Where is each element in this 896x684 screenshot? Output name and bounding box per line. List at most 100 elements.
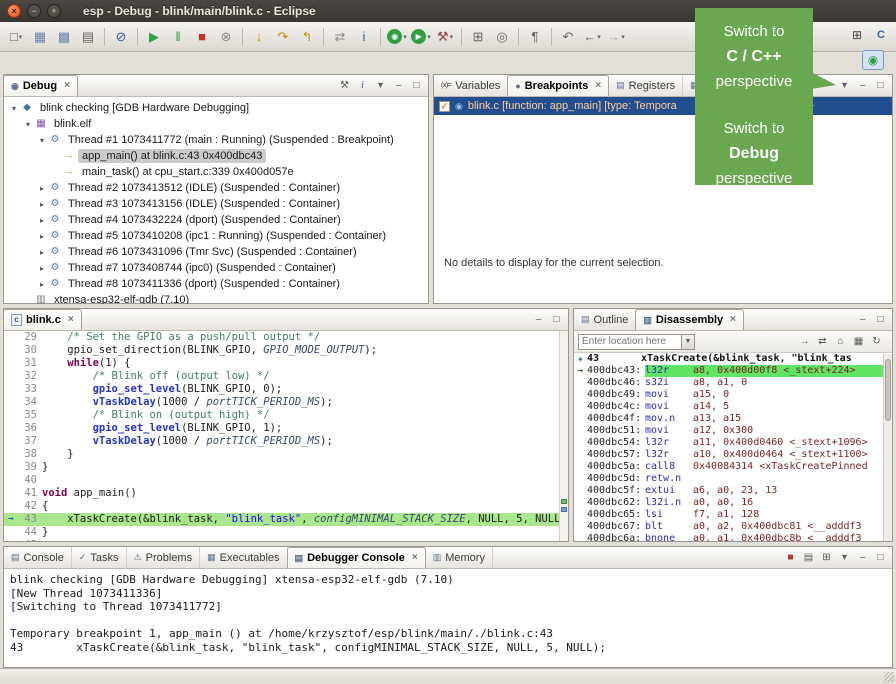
debug-tree-item[interactable]: ▸⚙Thread #5 1073410208 (ipc1 : Running) … — [6, 228, 428, 244]
last-edit-location-button[interactable]: ↶ — [557, 26, 579, 48]
view-menu-icon[interactable]: ▾ — [372, 77, 389, 94]
editor-line[interactable]: 44} — [4, 526, 568, 539]
minimize-icon[interactable]: – — [530, 311, 547, 328]
debug-tree-item[interactable]: ▸⚙Thread #6 1073431096 (Tmr Svc) (Suspen… — [6, 244, 428, 260]
run-button[interactable]: ▶▾ — [410, 26, 432, 48]
dropdown-arrow-icon[interactable]: ▾ — [621, 33, 625, 41]
open-perspective-button[interactable]: ⊞ — [846, 25, 868, 45]
editor-line[interactable]: 45 — [4, 539, 568, 542]
resume-button[interactable]: ▶ — [143, 26, 165, 48]
minimize-icon[interactable]: – — [854, 77, 871, 94]
disassembly-row[interactable]: 400dbc62:l32i.na0, a0, 16 — [574, 497, 883, 509]
home-icon[interactable]: ⌂ — [832, 333, 849, 350]
minimize-icon[interactable]: – — [854, 311, 871, 328]
expander-icon[interactable]: ▾ — [22, 120, 34, 129]
debug-perspective-button[interactable]: ◉ — [862, 50, 884, 70]
debug-button[interactable]: ◉▾ — [386, 26, 408, 48]
disassembly-row[interactable]: 400dbc6a:bnonea0, a1, 0x400dbc8b <__addd… — [574, 533, 883, 541]
debugger-console-output[interactable]: blink checking [GDB Hardware Debugging] … — [4, 569, 892, 667]
disassembly-row[interactable]: 400dbc5f:extuia6, a0, 23, 13 — [574, 485, 883, 497]
tab-registers[interactable]: ▤Registers — [609, 75, 683, 96]
show-opcodes-icon[interactable]: ▦ — [850, 333, 867, 350]
disassembly-row[interactable]: 400dbc65:lsif7, a1, 128 — [574, 509, 883, 521]
expander-icon[interactable]: ▾ — [8, 104, 20, 113]
print-button[interactable]: ▤ — [77, 26, 99, 48]
dropdown-arrow-icon[interactable]: ▾ — [597, 33, 601, 41]
debug-tree[interactable]: ▾◆blink checking [GDB Hardware Debugging… — [4, 97, 428, 304]
expander-icon[interactable]: ▾ — [36, 136, 48, 145]
maximize-icon[interactable]: □ — [872, 311, 889, 328]
maximize-icon[interactable]: □ — [872, 77, 889, 94]
expander-icon[interactable]: ▸ — [36, 216, 48, 225]
tab-breakpoints[interactable]: ●Breakpoints× — [507, 75, 609, 96]
overview-ruler[interactable] — [559, 331, 568, 541]
close-icon[interactable]: × — [64, 81, 70, 91]
suspend-button[interactable]: ‖ — [167, 26, 189, 48]
editor-line[interactable]: 40 — [4, 474, 568, 487]
close-icon[interactable]: × — [595, 81, 601, 91]
maximize-icon[interactable]: □ — [872, 549, 889, 566]
external-tools-button[interactable]: ⚒▾ — [434, 26, 456, 48]
open-console-icon[interactable]: ⊞ — [818, 549, 835, 566]
disassembly-scrollbar[interactable] — [883, 354, 892, 541]
back-button[interactable]: ←▾ — [581, 26, 603, 48]
disassembly-row[interactable]: 400dbc5a:call80x40084314 <xTaskCreatePin… — [574, 461, 883, 473]
view-menu-icon[interactable]: ▾ — [836, 549, 853, 566]
debug-tree-item[interactable]: ▸⚙Thread #3 1073413156 (IDLE) (Suspended… — [6, 196, 428, 212]
terminate-console-icon[interactable]: ■ — [782, 549, 799, 566]
sync-active-context-icon[interactable]: ⇄ — [814, 333, 831, 350]
disassembly-location-input[interactable] — [578, 334, 682, 350]
dropdown-arrow-icon[interactable]: ▾ — [427, 33, 431, 41]
instruction-stepping-button[interactable]: i — [353, 26, 375, 48]
goto-pc-icon[interactable]: → — [796, 333, 813, 350]
scrollbar-thumb[interactable] — [885, 359, 891, 421]
drop-to-frame-button[interactable]: ⇄ — [329, 26, 351, 48]
save-all-button[interactable]: ▩ — [53, 26, 75, 48]
disconnect-button[interactable]: ⊗ — [215, 26, 237, 48]
terminate-button[interactable]: ■ — [191, 26, 213, 48]
instruction-step-mode-icon[interactable]: i — [354, 77, 371, 94]
close-icon[interactable]: × — [412, 553, 418, 563]
cpp-perspective-button[interactable]: C — [870, 25, 892, 45]
disassembly-row[interactable]: →400dbc43:l32ra8, 0x400d00f8 <_stext+224… — [574, 365, 883, 377]
tab-executables[interactable]: ▦Executables — [200, 547, 287, 568]
editor-line[interactable]: →43 xTaskCreate(&blink_task, "blink_task… — [4, 513, 568, 526]
window-maximize-button[interactable]: + — [47, 4, 61, 18]
refresh-view-icon[interactable]: ↻ — [868, 333, 885, 350]
editor-line[interactable]: 35 /* Blink on (output high) */ — [4, 409, 568, 422]
tab-outline[interactable]: ▤Outline — [574, 309, 636, 330]
view-toolbar-wrench-icon[interactable]: ⚒ — [336, 77, 353, 94]
code-editor[interactable]: 29 /* Set the GPIO as a push/pull output… — [4, 331, 568, 542]
editor-line[interactable]: 29 /* Set the GPIO as a push/pull output… — [4, 331, 568, 344]
editor-line[interactable]: 39} — [4, 461, 568, 474]
disassembly-row[interactable]: 400dbc54:l32ra11, 0x400d0460 <_stext+109… — [574, 437, 883, 449]
disassembly-row[interactable]: 400dbc46:s32ia8, a1, 0 — [574, 377, 883, 389]
close-icon[interactable]: × — [730, 315, 736, 325]
debug-tree-item[interactable]: ▸⚙Thread #2 1073413512 (IDLE) (Suspended… — [6, 180, 428, 196]
tab-tasks[interactable]: ✓Tasks — [72, 547, 127, 568]
tab-memory[interactable]: ▥Memory — [426, 547, 493, 568]
debug-tree-item[interactable]: →main_task() at cpu_start.c:339 0x400d05… — [6, 164, 428, 180]
editor-line[interactable]: 41void app_main() — [4, 487, 568, 500]
forward-button[interactable]: →▾ — [605, 26, 627, 48]
window-minimize-button[interactable]: − — [27, 4, 41, 18]
debug-tree-item[interactable]: ▾◆blink checking [GDB Hardware Debugging… — [6, 100, 428, 116]
dropdown-arrow-icon[interactable]: ▾ — [450, 33, 454, 41]
tab-variables[interactable]: (x)=Variables — [434, 75, 508, 96]
location-dropdown-icon[interactable]: ▼ — [682, 334, 695, 350]
dropdown-arrow-icon[interactable]: ▾ — [403, 33, 407, 41]
disassembly-row[interactable]: 400dbc4f:mov.na13, a15 — [574, 413, 883, 425]
resize-grip[interactable] — [884, 672, 894, 682]
window-close-button[interactable]: × — [7, 4, 21, 18]
minimize-icon[interactable]: – — [854, 549, 871, 566]
disassembly-row[interactable]: 400dbc4c:movia14, 5 — [574, 401, 883, 413]
view-menu-icon[interactable]: ▾ — [836, 77, 853, 94]
dropdown-arrow-icon[interactable]: ▾ — [19, 33, 23, 41]
disassembly-row[interactable]: 400dbc67:blta0, a2, 0x400dbc81 <__adddf3 — [574, 521, 883, 533]
editor-line[interactable]: 33 gpio_set_level(BLINK_GPIO, 0); — [4, 383, 568, 396]
disassembly-row[interactable]: 400dbc51:movia12, 0x300 — [574, 425, 883, 437]
minimize-icon[interactable]: – — [390, 77, 407, 94]
maximize-icon[interactable]: □ — [408, 77, 425, 94]
expander-icon[interactable]: ▸ — [36, 200, 48, 209]
expander-icon[interactable]: ▸ — [36, 184, 48, 193]
